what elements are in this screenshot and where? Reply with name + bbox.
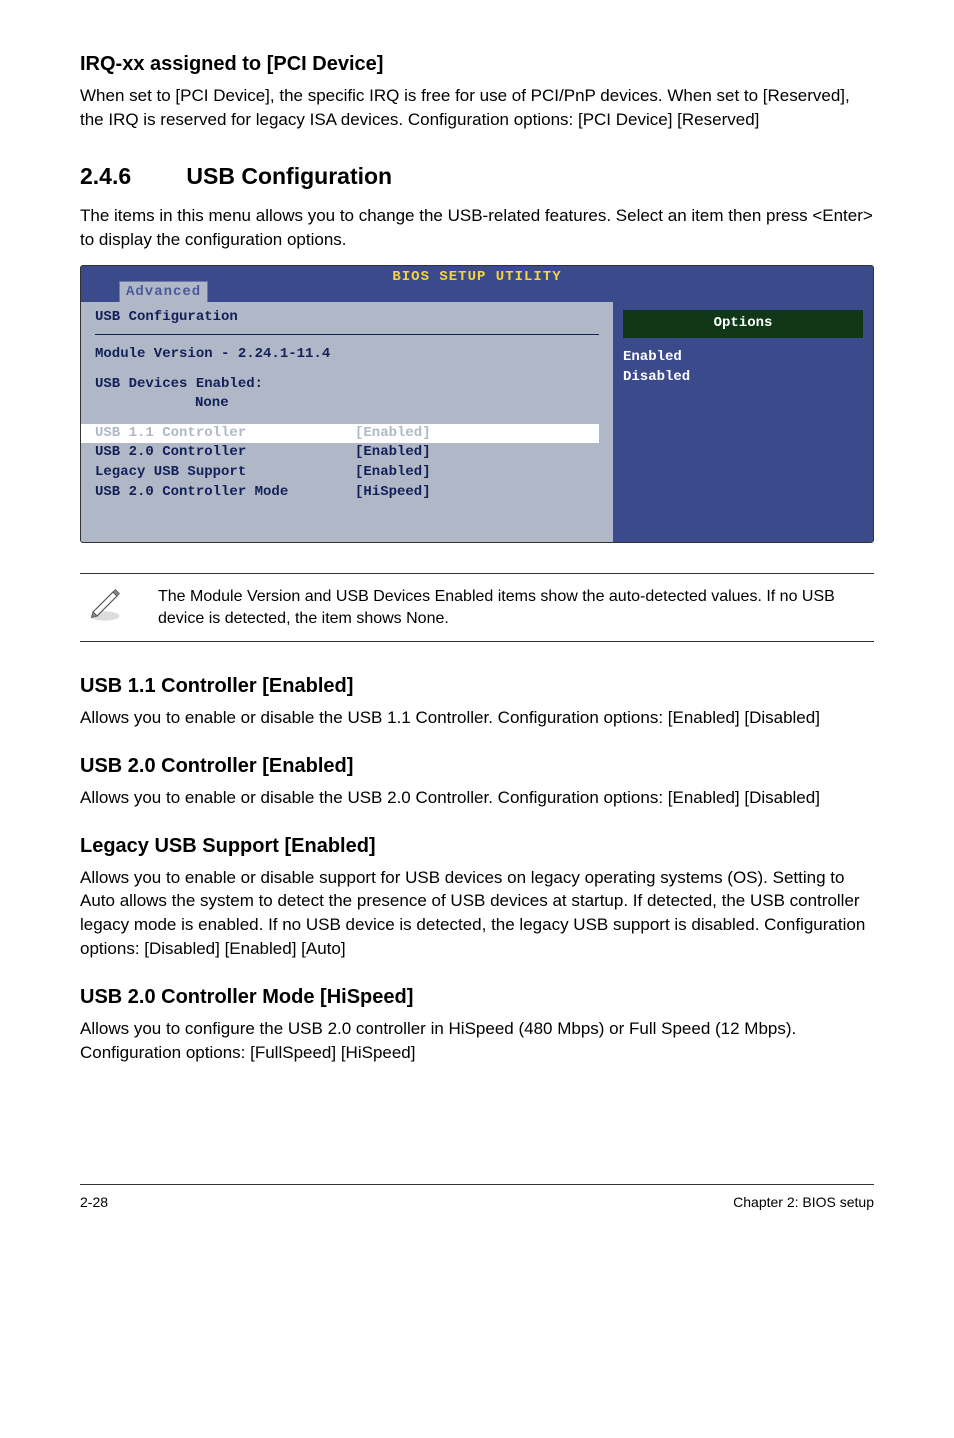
irq-paragraph: When set to [PCI Device], the specific I… xyxy=(80,84,874,132)
usb11-body: Allows you to enable or disable the USB … xyxy=(80,706,874,730)
bios-left-pane: USB Configuration Module Version - 2.24.… xyxy=(81,302,613,542)
bios-value-usb20: [Enabled] xyxy=(355,443,431,463)
section-intro: The items in this menu allows you to cha… xyxy=(80,204,874,252)
usb20-body: Allows you to enable or disable the USB … xyxy=(80,786,874,810)
bios-devices-label: USB Devices Enabled: xyxy=(95,375,599,395)
irq-heading: IRQ-xx assigned to [PCI Device] xyxy=(80,50,874,78)
bios-divider xyxy=(95,334,599,335)
bios-row-usb20[interactable]: USB 2.0 Controller [Enabled] xyxy=(95,443,599,463)
note-box: The Module Version and USB Devices Enabl… xyxy=(80,573,874,642)
bios-value-usb20mode: [HiSpeed] xyxy=(355,483,431,503)
bios-row-usb11[interactable]: USB 1.1 Controller [Enabled] xyxy=(81,424,599,444)
bios-label-usb20: USB 2.0 Controller xyxy=(95,443,355,463)
usb11-heading: USB 1.1 Controller [Enabled] xyxy=(80,672,874,700)
bios-tab-advanced[interactable]: Advanced xyxy=(119,281,208,303)
bios-left-title: USB Configuration xyxy=(95,308,599,328)
bios-label-legacy: Legacy USB Support xyxy=(95,463,355,483)
bios-options-title: Options xyxy=(623,310,863,338)
bios-row-usb20mode[interactable]: USB 2.0 Controller Mode [HiSpeed] xyxy=(95,483,599,503)
legacy-body: Allows you to enable or disable support … xyxy=(80,866,874,961)
legacy-heading: Legacy USB Support [Enabled] xyxy=(80,832,874,860)
usb20mode-heading: USB 2.0 Controller Mode [HiSpeed] xyxy=(80,983,874,1011)
bios-right-pane: Options Enabled Disabled xyxy=(613,302,873,542)
pencil-icon xyxy=(80,584,130,631)
bios-row-legacy[interactable]: Legacy USB Support [Enabled] xyxy=(95,463,599,483)
section-title: USB Configuration xyxy=(186,163,392,189)
usb20mode-body: Allows you to configure the USB 2.0 cont… xyxy=(80,1017,874,1065)
page-footer: 2-28 Chapter 2: BIOS setup xyxy=(80,1184,874,1213)
bios-module-version: Module Version - 2.24.1-11.4 xyxy=(95,345,599,365)
bios-option-enabled[interactable]: Enabled xyxy=(623,348,863,368)
note-text: The Module Version and USB Devices Enabl… xyxy=(158,586,874,629)
bios-label-usb11: USB 1.1 Controller xyxy=(95,424,355,444)
page-number: 2-28 xyxy=(80,1193,108,1213)
bios-devices-value: None xyxy=(95,394,599,414)
bios-label-usb20mode: USB 2.0 Controller Mode xyxy=(95,483,355,503)
bios-option-disabled[interactable]: Disabled xyxy=(623,368,863,388)
section-heading: 2.4.6 USB Configuration xyxy=(80,160,874,192)
bios-value-legacy: [Enabled] xyxy=(355,463,431,483)
bios-panel: BIOS SETUP UTILITY Advanced USB Configur… xyxy=(80,265,874,543)
chapter-label: Chapter 2: BIOS setup xyxy=(733,1193,874,1213)
bios-header: BIOS SETUP UTILITY Advanced xyxy=(81,266,873,302)
section-number: 2.4.6 xyxy=(80,160,180,192)
usb20-heading: USB 2.0 Controller [Enabled] xyxy=(80,752,874,780)
bios-value-usb11: [Enabled] xyxy=(355,424,431,444)
